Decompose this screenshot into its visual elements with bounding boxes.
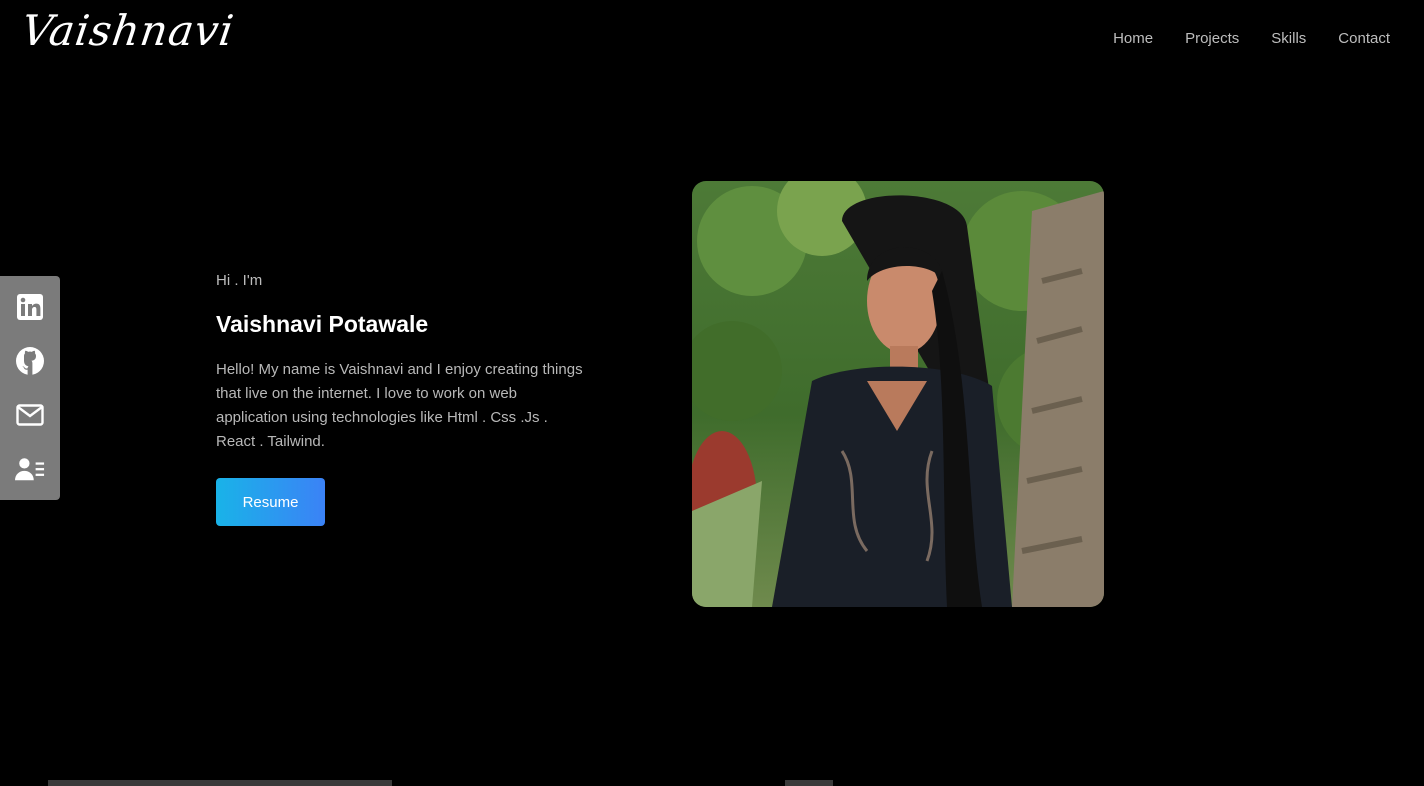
linkedin-icon[interactable] (15, 292, 45, 322)
github-icon[interactable] (15, 346, 45, 376)
contact-card-icon[interactable] (15, 454, 45, 484)
mail-icon[interactable] (15, 400, 45, 430)
section-divider-left (48, 780, 392, 786)
section-divider-right (785, 780, 833, 786)
nav-projects[interactable]: Projects (1185, 30, 1239, 47)
main-nav: Home Projects Skills Contact (1113, 30, 1390, 47)
profile-photo (692, 181, 1104, 607)
nav-home[interactable]: Home (1113, 30, 1153, 47)
resume-button[interactable]: Resume (216, 478, 325, 526)
hero-bio: Hello! My name is Vaishnavi and I enjoy … (216, 361, 583, 450)
hero-greeting: Hi . I'm (216, 272, 263, 289)
hero-name: Vaishnavi Potawale (216, 311, 429, 337)
nav-skills[interactable]: Skills (1271, 30, 1306, 47)
social-sidebar (0, 276, 60, 500)
logo[interactable]: Vaishnavi (19, 6, 238, 55)
nav-contact[interactable]: Contact (1338, 30, 1390, 47)
